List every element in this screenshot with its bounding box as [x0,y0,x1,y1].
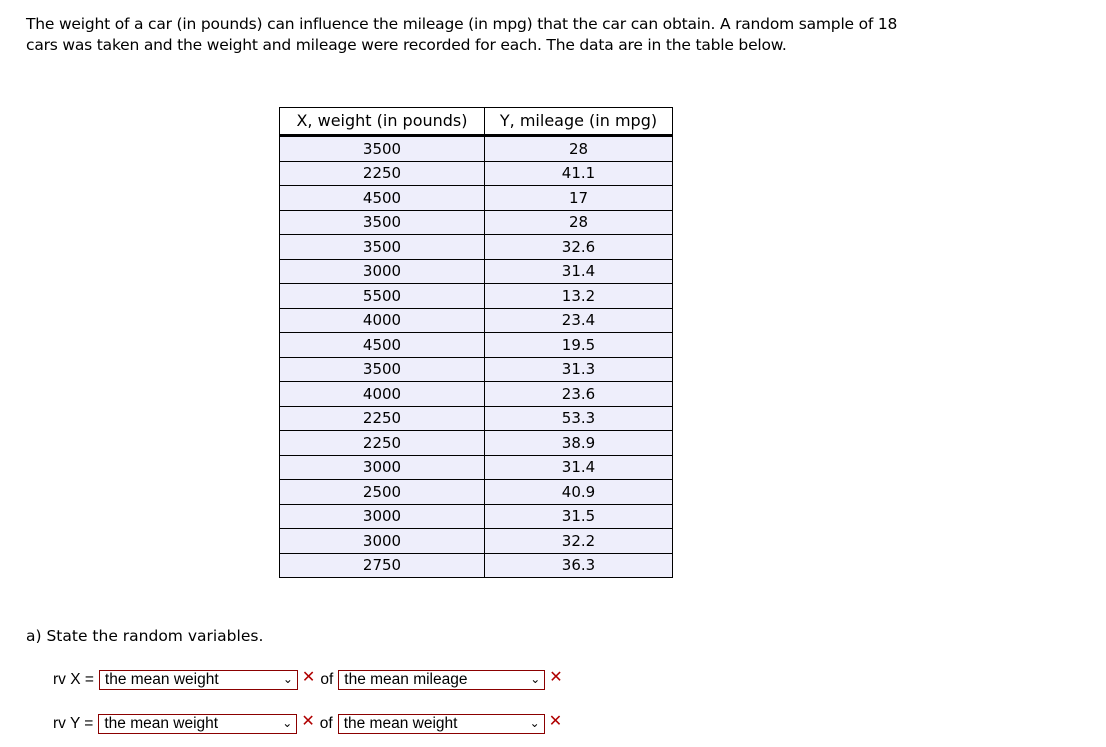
table-row: 3000 31.4 [279,454,673,480]
weight-cell: 2250 [279,160,485,186]
table-row: 3500 28 [279,209,673,235]
mileage-cell: 31.5 [484,503,673,529]
weight-cell: 3500 [279,356,485,382]
weight-cell: 3500 [279,234,485,260]
table-row: 4000 23.4 [279,307,673,333]
chevron-down-icon: ⌄ [282,716,293,730]
chevron-down-icon: ⌄ [282,672,293,686]
table-row: 2750 36.3 [279,552,673,578]
mileage-cell: 38.9 [484,430,673,456]
rv-y-variable-select[interactable]: the mean weight ⌄ [337,714,545,734]
table-header-row: X, weight (in pounds) Y, mileage (in mpg… [279,107,673,137]
rv-x-quantity-value: the mean weight [104,671,219,688]
table-row: 5500 13.2 [279,283,673,309]
table-row: 3500 32.6 [279,234,673,260]
mileage-cell: 40.9 [484,479,673,505]
rv-x-label: rv X = [53,671,94,688]
weight-cell: 3000 [279,528,485,554]
table-row: 2500 40.9 [279,479,673,505]
mileage-cell: 32.2 [484,528,673,554]
table-row: 4500 19.5 [279,332,673,358]
incorrect-x-icon: ✕ [301,710,315,730]
incorrect-x-icon: ✕ [301,666,316,686]
weight-cell: 4000 [279,307,485,333]
incorrect-x-icon: ✕ [548,710,563,730]
mileage-cell: 19.5 [484,332,673,358]
table-row: 3500 28 [279,135,673,162]
mileage-cell: 53.3 [484,405,673,431]
rv-y-label: rv Y = [53,715,94,732]
table-row: 2250 38.9 [279,430,673,456]
mileage-cell: 23.4 [484,307,673,333]
question-a-prompt: a) State the random variables. [26,627,264,645]
header-x-weight: X, weight (in pounds) [279,107,485,137]
weight-cell: 3500 [279,135,485,162]
rv-x-quantity-select[interactable]: the mean weight ⌄ [98,670,298,690]
rv-x-row: rv X = the mean weight ⌄ ✕ of the mean m… [53,666,568,691]
of-label: of [320,671,334,688]
mileage-cell: 28 [484,209,673,235]
header-y-mileage: Y, mileage (in mpg) [484,107,673,137]
data-table: X, weight (in pounds) Y, mileage (in mpg… [279,107,673,578]
rv-y-variable-value: the mean weight [343,715,458,732]
weight-cell: 2500 [279,479,485,505]
rv-x-variable-value: the mean mileage [344,671,468,688]
table-row: 3000 31.5 [279,503,673,529]
chevron-down-icon: ⌄ [529,716,540,730]
weight-cell: 3000 [279,258,485,284]
mileage-cell: 28 [484,135,673,162]
mileage-cell: 32.6 [484,234,673,260]
weight-cell: 3000 [279,503,485,529]
mileage-cell: 31.3 [484,356,673,382]
table-row: 3500 31.3 [279,356,673,382]
mileage-cell: 17 [484,185,673,211]
mileage-cell: 23.6 [484,381,673,407]
of-label: of [319,715,333,732]
table-row: 2250 53.3 [279,405,673,431]
mileage-cell: 13.2 [484,283,673,309]
rv-y-quantity-value: the mean weight [104,715,219,732]
table-row: 2250 41.1 [279,160,673,186]
incorrect-x-icon: ✕ [549,666,563,686]
weight-cell: 3500 [279,209,485,235]
mileage-cell: 31.4 [484,258,673,284]
table-row: 3000 32.2 [279,528,673,554]
weight-cell: 4000 [279,381,485,407]
weight-cell: 4500 [279,185,485,211]
rv-y-quantity-select[interactable]: the mean weight ⌄ [98,714,298,734]
problem-intro: The weight of a car (in pounds) can infl… [26,15,898,54]
weight-cell: 2250 [279,405,485,431]
mileage-cell: 41.1 [484,160,673,186]
table-row: 4000 23.6 [279,381,673,407]
weight-cell: 2750 [279,552,485,578]
table-row: 3000 31.4 [279,258,673,284]
weight-cell: 2250 [279,430,485,456]
mileage-cell: 31.4 [484,454,673,480]
chevron-down-icon: ⌄ [530,672,541,686]
weight-cell: 3000 [279,454,485,480]
rv-x-variable-select[interactable]: the mean mileage ⌄ [338,670,546,690]
rv-y-row: rv Y = the mean weight ⌄ ✕ of the mean w… [53,710,567,735]
mileage-cell: 36.3 [484,552,673,578]
table-row: 4500 17 [279,185,673,211]
weight-cell: 4500 [279,332,485,358]
weight-cell: 5500 [279,283,485,309]
